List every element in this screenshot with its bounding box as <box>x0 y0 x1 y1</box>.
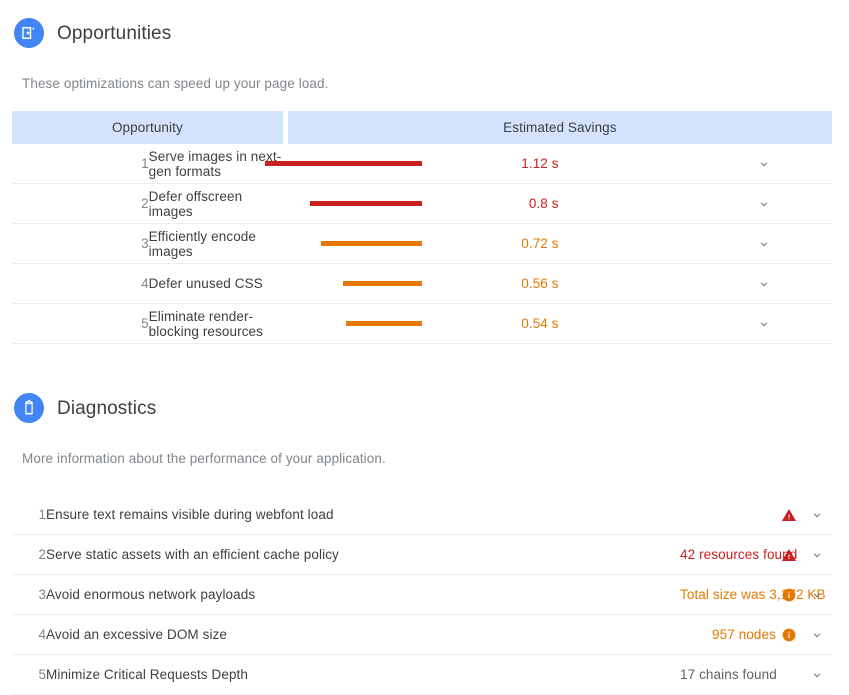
expand-toggle[interactable] <box>802 614 832 655</box>
row-index: 1 <box>12 495 46 535</box>
diagnostic-spacer <box>380 614 680 655</box>
opportunity-title[interactable]: Defer offscreen images <box>148 183 286 224</box>
opportunities-table: Opportunity Estimated Savings 1 Serve ima… <box>12 111 832 344</box>
diagnostic-spacer <box>380 654 680 695</box>
warning-triangle-icon <box>781 547 797 563</box>
severity-badge <box>558 223 696 264</box>
opportunity-title[interactable]: Eliminate render-blocking resources <box>148 303 286 344</box>
diagnostics-section-header: Diagnostics <box>0 393 849 423</box>
diagnostic-title[interactable]: Avoid an excessive DOM size <box>46 614 380 655</box>
diagnostics-description: More information about the performance o… <box>22 451 386 466</box>
row-index: 1 <box>12 144 149 184</box>
diagnostics-title: Diagnostics <box>57 397 157 419</box>
savings-meter <box>264 144 422 184</box>
expand-toggle[interactable] <box>695 223 832 264</box>
severity-badge <box>558 183 696 224</box>
expand-toggle[interactable] <box>695 303 832 344</box>
opportunities-description: These optimizations can speed up your pa… <box>22 76 329 91</box>
row-index: 5 <box>12 654 46 695</box>
warning-triangle-icon <box>781 507 797 523</box>
chevron-down-icon[interactable] <box>810 628 824 642</box>
severity-badge <box>558 303 696 344</box>
row-index: 4 <box>12 614 46 655</box>
chevron-down-icon[interactable] <box>757 317 771 331</box>
diagnostic-title[interactable]: Avoid enormous network payloads <box>46 574 380 615</box>
diagnostics-table: 1 Ensure text remains visible during webf… <box>12 495 832 695</box>
chevron-down-icon[interactable] <box>810 588 824 602</box>
info-circle-icon <box>781 627 797 643</box>
page-title: Opportunities <box>57 22 172 44</box>
table-row[interactable]: 1 Ensure text remains visible during webf… <box>12 495 832 535</box>
expand-toggle[interactable] <box>802 534 832 575</box>
info-circle-icon <box>781 587 797 603</box>
opportunities-rows: 1 Serve images in next-gen formats 1.12 s2… <box>12 144 832 344</box>
opportunities-section-header: Opportunities <box>0 18 849 48</box>
severity-badge <box>558 263 696 304</box>
column-header-estimated-savings: Estimated Savings <box>285 111 832 144</box>
column-header-opportunity: Opportunity <box>12 111 288 144</box>
diagnostic-value: 17 chains found <box>680 654 777 695</box>
savings-value: 0.56 s <box>421 263 559 304</box>
chevron-down-icon[interactable] <box>810 668 824 682</box>
opportunity-title[interactable]: Defer unused CSS <box>148 263 286 304</box>
chevron-down-icon[interactable] <box>757 157 771 171</box>
expand-toggle[interactable] <box>802 654 832 695</box>
row-index: 3 <box>12 223 149 264</box>
expand-toggle[interactable] <box>695 183 832 224</box>
table-row[interactable]: 5 Eliminate render-blocking resources 0.54… <box>12 303 832 344</box>
severity-badge <box>558 144 696 184</box>
clipboard-icon <box>14 393 44 423</box>
chevron-down-icon[interactable] <box>810 508 824 522</box>
savings-meter <box>285 223 422 264</box>
savings-meter <box>285 183 422 224</box>
row-index: 2 <box>12 534 46 575</box>
table-row[interactable]: 4 Avoid an excessive DOM size 957 nodes <box>12 614 832 655</box>
diagnostic-spacer <box>380 574 680 615</box>
savings-value: 0.54 s <box>421 303 559 344</box>
table-row[interactable]: 3 Efficiently encode images 0.72 s <box>12 223 832 264</box>
expand-toggle[interactable] <box>802 495 832 535</box>
table-row[interactable]: 1 Serve images in next-gen formats 1.12 s <box>12 144 832 184</box>
savings-meter <box>285 263 422 304</box>
chevron-down-icon[interactable] <box>757 237 771 251</box>
expand-toggle[interactable] <box>695 144 832 184</box>
diagnostics-rows: 1 Ensure text remains visible during webf… <box>12 495 832 695</box>
savings-value: 1.12 s <box>421 144 559 184</box>
diagnostic-value: Total size was 3,172 KB <box>680 574 826 615</box>
diagnostic-spacer <box>380 534 680 575</box>
severity-badge <box>776 495 802 535</box>
table-row[interactable]: 3 Avoid enormous network payloads Total si… <box>12 574 832 615</box>
diagnostic-value <box>680 495 776 535</box>
severity-badge <box>776 654 802 695</box>
chevron-down-icon[interactable] <box>757 197 771 211</box>
diagnostic-title[interactable]: Minimize Critical Requests Depth <box>46 654 380 695</box>
diagnostic-title[interactable]: Ensure text remains visible during webfo… <box>46 495 380 535</box>
chevron-down-icon[interactable] <box>810 548 824 562</box>
row-index: 3 <box>12 574 46 615</box>
savings-meter <box>285 303 422 344</box>
opportunity-title[interactable]: Efficiently encode images <box>148 223 286 264</box>
savings-value: 0.72 s <box>421 223 559 264</box>
diagnostic-value: 957 nodes <box>680 614 776 655</box>
savings-value: 0.8 s <box>421 183 559 224</box>
row-index: 2 <box>12 183 149 224</box>
diagnostic-value: 42 resources found <box>680 534 797 575</box>
chevron-down-icon[interactable] <box>757 277 771 291</box>
table-header-row: Opportunity Estimated Savings <box>12 111 832 144</box>
table-row[interactable]: 2 Defer offscreen images 0.8 s <box>12 183 832 224</box>
row-index: 5 <box>12 303 149 344</box>
table-row[interactable]: 4 Defer unused CSS 0.56 s <box>12 263 832 304</box>
diagnostic-spacer <box>380 495 680 535</box>
table-row[interactable]: 5 Minimize Critical Requests Depth 17 chai… <box>12 654 832 695</box>
diagnostic-title[interactable]: Serve static assets with an efficient ca… <box>46 534 380 575</box>
severity-badge <box>776 614 802 655</box>
lighthouse-report-panel: Opportunities These optimizations can sp… <box>0 0 849 695</box>
image-plus-icon <box>14 18 44 48</box>
table-row[interactable]: 2 Serve static assets with an efficient c… <box>12 534 832 575</box>
row-index: 4 <box>12 263 149 304</box>
expand-toggle[interactable] <box>695 263 832 304</box>
